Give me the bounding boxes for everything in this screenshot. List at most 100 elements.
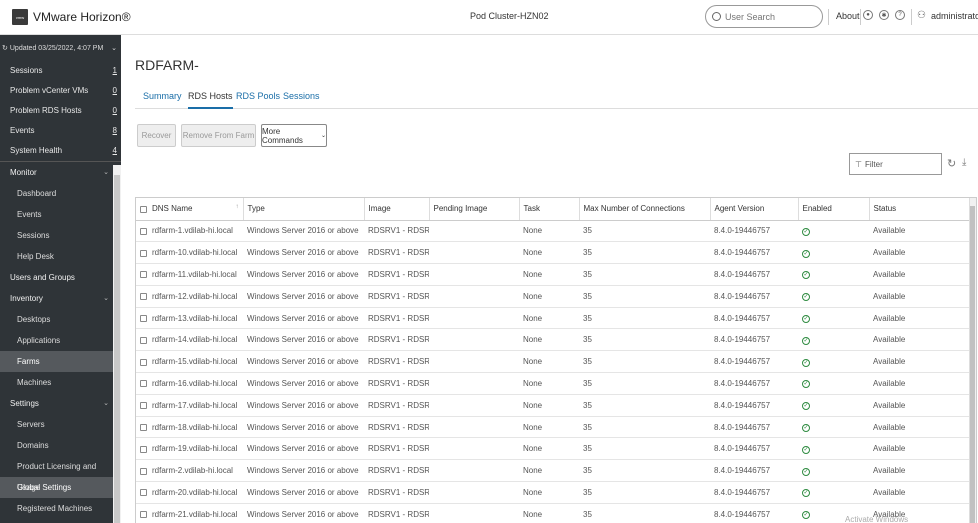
row-checkbox[interactable] xyxy=(140,271,147,279)
more-commands-dropdown[interactable]: More Commands ⌄ xyxy=(261,124,327,147)
column-header-pending-image[interactable]: Pending Image xyxy=(429,198,520,221)
sidebar-section-settings[interactable]: Settings ⌄ xyxy=(0,393,121,414)
column-header-max-connections[interactable]: Max Number of Connections xyxy=(579,198,711,221)
column-header-type[interactable]: Type xyxy=(243,198,365,221)
row-checkbox[interactable] xyxy=(140,314,147,322)
sidebar-item-farms[interactable]: Farms xyxy=(0,351,113,372)
row-checkbox[interactable] xyxy=(140,467,147,475)
sidebar-item-problem-vcenter-vms[interactable]: Problem vCenter VMs 0 xyxy=(0,81,121,101)
cell-dns-name[interactable]: rdfarm-1.vdilab-hi.local xyxy=(136,220,243,243)
column-header-task[interactable]: Task xyxy=(519,198,580,221)
table-row[interactable]: rdfarm-14.vdilab-hi.local Windows Server … xyxy=(136,328,971,352)
help-icon[interactable]: ? xyxy=(895,10,905,20)
table-row[interactable]: rdfarm-10.vdilab-hi.local Windows Server … xyxy=(136,241,971,265)
user-menu[interactable]: administrator xyxy=(931,11,978,21)
cell-dns-name[interactable]: rdfarm-2.vdilab-hi.local xyxy=(136,459,243,483)
cell-dns-name[interactable]: rdfarm-17.vdilab-hi.local xyxy=(136,394,243,417)
tab-sessions[interactable]: Sessions xyxy=(283,91,320,107)
row-checkbox[interactable] xyxy=(140,358,147,366)
user-search-box[interactable] xyxy=(705,5,823,28)
column-header-dns-name[interactable]: DNS Name ↑ xyxy=(136,198,244,221)
table-row[interactable]: rdfarm-15.vdilab-hi.local Windows Server … xyxy=(136,350,971,374)
sidebar-section-inventory[interactable]: Inventory ⌄ xyxy=(0,288,121,309)
row-checkbox[interactable] xyxy=(140,423,147,431)
sort-icon[interactable]: ↑ xyxy=(236,204,239,210)
sidebar-item-machines[interactable]: Machines xyxy=(0,372,113,393)
sidebar-item-help-desk[interactable]: Help Desk xyxy=(0,246,113,267)
row-checkbox[interactable] xyxy=(140,336,147,344)
sidebar-item-problem-rds-hosts[interactable]: Problem RDS Hosts 0 xyxy=(0,101,121,121)
filter-input[interactable]: ⊤ Filter xyxy=(849,153,942,175)
refresh-icon[interactable]: ↻ xyxy=(947,157,956,170)
sidebar-item-dashboard[interactable]: Dashboard xyxy=(0,183,113,204)
table-row[interactable]: rdfarm-12.vdilab-hi.local Windows Server … xyxy=(136,285,971,308)
sidebar-item-servers[interactable]: Servers xyxy=(0,414,113,435)
sidebar-item-events-count[interactable]: Events 8 xyxy=(0,121,121,141)
sidebar-item-applications[interactable]: Applications xyxy=(0,330,113,351)
table-row[interactable]: rdfarm-1.vdilab-hi.local Windows Server 2… xyxy=(136,220,971,243)
row-checkbox[interactable] xyxy=(140,380,147,388)
row-checkbox[interactable] xyxy=(140,445,147,453)
sidebar-item-desktops[interactable]: Desktops xyxy=(0,309,113,330)
about-link[interactable]: About xyxy=(836,11,860,21)
cell-dns-name[interactable]: rdfarm-15.vdilab-hi.local xyxy=(136,350,243,374)
cell-dns-name[interactable]: rdfarm-16.vdilab-hi.local xyxy=(136,372,243,395)
tab-rds-pools[interactable]: RDS Pools xyxy=(236,91,280,107)
select-all-checkbox[interactable] xyxy=(140,205,147,213)
table-row[interactable]: rdfarm-19.vdilab-hi.local Windows Server … xyxy=(136,437,971,461)
cell-dns-name[interactable]: rdfarm-13.vdilab-hi.local xyxy=(136,307,243,330)
row-checkbox[interactable] xyxy=(140,402,147,410)
settings-gear-icon[interactable]: ✱ xyxy=(879,10,889,20)
sidebar-item-users-and-groups[interactable]: Users and Groups xyxy=(0,267,121,288)
cell-dns-name[interactable]: rdfarm-21.vdilab-hi.local xyxy=(136,503,243,523)
table-row[interactable]: rdfarm-2.vdilab-hi.local Windows Server 2… xyxy=(136,459,971,483)
sidebar-item-events[interactable]: Events xyxy=(0,204,113,225)
table-row[interactable]: rdfarm-13.vdilab-hi.local Windows Server … xyxy=(136,307,971,330)
sidebar-section-monitor[interactable]: Monitor ⌄ xyxy=(0,162,121,183)
check-circle-icon: ✓ xyxy=(802,489,810,498)
table-row[interactable]: rdfarm-18.vdilab-hi.local Windows Server … xyxy=(136,416,971,439)
table-scrollbar-thumb[interactable] xyxy=(970,206,975,523)
recover-button[interactable]: Recover xyxy=(137,124,176,147)
cell-dns-name[interactable]: rdfarm-14.vdilab-hi.local xyxy=(136,328,243,352)
cell-dns-name[interactable]: rdfarm-20.vdilab-hi.local xyxy=(136,481,243,504)
cell-dns-name[interactable]: rdfarm-18.vdilab-hi.local xyxy=(136,416,243,439)
user-search-input[interactable] xyxy=(725,11,815,22)
cell-dns-name[interactable]: rdfarm-11.vdilab-hi.local xyxy=(136,263,243,286)
updated-timestamp[interactable]: ↻ Updated 03/25/2022, 4:07 PM ⌄ xyxy=(0,35,121,61)
column-header-agent-version[interactable]: Agent Version xyxy=(710,198,799,221)
sidebar-scrollbar-thumb[interactable] xyxy=(114,175,120,523)
notifications-icon[interactable]: ● xyxy=(863,10,873,20)
collapse-chevron-icon[interactable]: ⌄ xyxy=(111,44,117,52)
row-checkbox[interactable] xyxy=(140,249,147,257)
sidebar-item-global-settings[interactable]: Global Settings xyxy=(0,477,113,498)
remove-from-farm-button[interactable]: Remove From Farm xyxy=(181,124,256,147)
sidebar-item-product-licensing[interactable]: Product Licensing and Usage xyxy=(0,456,113,492)
table-row[interactable]: rdfarm-20.vdilab-hi.local Windows Server … xyxy=(136,481,971,504)
tab-rds-hosts[interactable]: RDS Hosts xyxy=(188,91,233,109)
download-icon[interactable]: ⤓ xyxy=(962,157,966,168)
cell-max-connections: 35 xyxy=(579,307,710,330)
sidebar-item-domains[interactable]: Domains xyxy=(0,435,113,456)
tab-summary[interactable]: Summary xyxy=(143,91,182,107)
row-checkbox[interactable] xyxy=(140,511,147,519)
column-header-status[interactable]: Status xyxy=(869,198,971,221)
sidebar-item-system-health[interactable]: System Health 4 xyxy=(0,141,121,161)
column-header-enabled[interactable]: Enabled xyxy=(798,198,870,221)
sidebar-item-sessions-count[interactable]: Sessions 1 xyxy=(0,61,121,81)
table-row[interactable]: rdfarm-16.vdilab-hi.local Windows Server … xyxy=(136,372,971,395)
sidebar-item-sessions[interactable]: Sessions xyxy=(0,225,113,246)
sidebar-item-registered-machines[interactable]: Registered Machines xyxy=(0,498,113,519)
cell-agent-version: 8.4.0-19446757 xyxy=(710,459,798,483)
cell-enabled: ✓ xyxy=(798,328,869,352)
row-checkbox[interactable] xyxy=(140,489,147,497)
refresh-small-icon[interactable]: ↻ xyxy=(2,44,8,52)
cell-dns-name[interactable]: rdfarm-10.vdilab-hi.local xyxy=(136,241,243,265)
table-row[interactable]: rdfarm-11.vdilab-hi.local Windows Server … xyxy=(136,263,971,286)
row-checkbox[interactable] xyxy=(140,293,147,301)
cell-dns-name[interactable]: rdfarm-19.vdilab-hi.local xyxy=(136,437,243,461)
column-header-image[interactable]: Image xyxy=(364,198,430,221)
cell-dns-name[interactable]: rdfarm-12.vdilab-hi.local xyxy=(136,285,243,308)
table-row[interactable]: rdfarm-17.vdilab-hi.local Windows Server … xyxy=(136,394,971,417)
row-checkbox[interactable] xyxy=(140,227,147,235)
